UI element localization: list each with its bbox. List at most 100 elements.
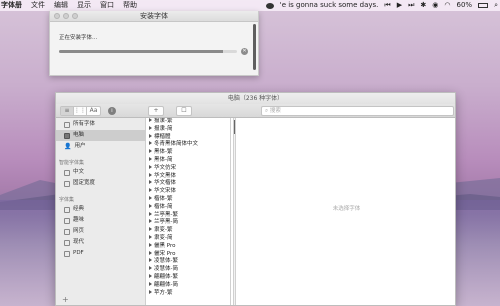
font-family-name: 隶变-简 — [154, 234, 173, 241]
info-icon[interactable]: i — [108, 107, 116, 115]
font-list-item[interactable]: 华文楷体 — [147, 180, 230, 188]
disclosure-triangle-icon[interactable] — [149, 266, 152, 271]
font-list-item[interactable]: 黑体-繁 — [147, 149, 230, 157]
menu-app-name[interactable]: 字体册 — [1, 0, 22, 11]
sidebar-item-pdf[interactable]: PDF — [56, 248, 146, 259]
disclosure-triangle-icon[interactable] — [149, 118, 152, 122]
user-icon: 👤 — [64, 143, 72, 150]
battery-icon[interactable] — [478, 3, 489, 8]
font-list-item[interactable]: 黑体-简 — [147, 156, 230, 165]
add-font-button[interactable]: + — [148, 106, 164, 116]
menu-file[interactable]: 文件 — [31, 0, 45, 11]
disclosure-triangle-icon[interactable] — [149, 172, 152, 177]
prev-track-icon[interactable]: ⏮ — [384, 0, 390, 11]
sidebar-item-chinese[interactable]: 中文 — [56, 167, 146, 178]
now-playing-text[interactable]: 'e is gonna suck some days. — [280, 0, 379, 11]
search-icon[interactable]: ⌕ — [494, 0, 498, 11]
sidebar-item-label: 用户 — [74, 143, 86, 149]
disclosure-triangle-icon[interactable] — [149, 242, 152, 247]
minimize-window-button[interactable] — [63, 13, 69, 19]
zoom-window-button[interactable] — [72, 13, 78, 19]
sidebar-item-classic[interactable]: 经典 — [56, 204, 146, 215]
collections-heading: 字体集 — [59, 197, 75, 203]
wechat-icon[interactable] — [265, 2, 274, 9]
sidebar-item-label: 固定宽度 — [73, 180, 96, 186]
font-list-item[interactable]: 华文仿宋 — [147, 164, 230, 173]
sidebar-item-label: 现代 — [73, 239, 85, 245]
close-window-button[interactable] — [54, 13, 60, 19]
font-family-name: 黑体-繁 — [154, 149, 173, 156]
disclosure-triangle-icon[interactable] — [149, 195, 152, 200]
menu-edit[interactable]: 编辑 — [54, 0, 68, 11]
font-family-name: 儷宋 Pro — [154, 250, 176, 257]
font-list-item[interactable]: 凌慧体-繁 — [147, 258, 230, 266]
cancel-install-icon[interactable]: ✕ — [241, 48, 248, 55]
font-list-item[interactable]: 报隶-简 — [147, 125, 230, 134]
disclosure-triangle-icon[interactable] — [149, 156, 152, 161]
font-book-window: 电脑（236 种字体） ≡ ⋮⋮ Aa i + ☐ ⌕ 搜索 所有字体 电脑 👤… — [55, 92, 456, 306]
font-list-item[interactable]: 苹方-繁 — [147, 289, 230, 298]
font-family-name: 儷黑 Pro — [154, 242, 176, 249]
battery-percent[interactable]: 60% — [457, 0, 473, 11]
main-window-title: 电脑（236 种字体） — [227, 95, 284, 102]
font-list-item[interactable]: 儷黑 Pro — [147, 242, 230, 251]
list-scrollbar[interactable] — [233, 118, 236, 305]
smart-collection-icon — [64, 169, 70, 176]
font-list-item[interactable]: 华文宋体 — [147, 188, 230, 196]
next-track-icon[interactable]: ⏭ — [408, 0, 414, 11]
sidebar-item-user[interactable]: 👤 用户 — [56, 141, 146, 152]
font-list-item[interactable]: 翩翩体-简 — [147, 281, 230, 290]
sample-view-button[interactable]: Aa — [87, 107, 100, 115]
scroll-thumb[interactable] — [234, 120, 235, 134]
search-placeholder: 搜索 — [269, 108, 281, 114]
bluetooth-icon[interactable]: ✱ — [420, 0, 426, 11]
disclosure-triangle-icon[interactable] — [149, 164, 152, 169]
font-list-item[interactable]: 楷体-简 — [147, 203, 230, 212]
font-list-item[interactable]: 楷体-繁 — [147, 195, 230, 204]
disclosure-triangle-icon[interactable] — [149, 219, 152, 224]
disclosure-triangle-icon[interactable] — [149, 273, 152, 278]
font-list-item[interactable]: 报隶-繁 — [147, 118, 230, 126]
disclosure-triangle-icon[interactable] — [149, 125, 152, 130]
sidebar-item-modern[interactable]: 现代 — [56, 237, 146, 248]
menu-window[interactable]: 窗口 — [100, 0, 114, 11]
disclosure-triangle-icon[interactable] — [149, 188, 152, 193]
play-icon[interactable]: ▶ — [397, 0, 402, 11]
smart-collection-icon — [64, 180, 70, 187]
font-list-item[interactable]: 隶变-繁 — [147, 227, 230, 235]
disclosure-triangle-icon[interactable] — [149, 211, 152, 216]
sidebar-item-fun[interactable]: 趣味 — [56, 215, 146, 226]
install-dialog-scrollbar[interactable] — [253, 24, 256, 70]
menu-help[interactable]: 帮助 — [123, 0, 137, 11]
add-collection-button[interactable]: + — [62, 295, 69, 304]
disclosure-triangle-icon[interactable] — [149, 203, 152, 208]
sidebar-item-computer[interactable]: 电脑 — [56, 130, 146, 141]
font-family-name: 报隶-繁 — [154, 118, 173, 124]
disclosure-triangle-icon[interactable] — [149, 250, 152, 255]
wifi-icon[interactable]: ◠ — [444, 0, 450, 11]
font-list-item[interactable]: 隶变-简 — [147, 234, 230, 243]
sidebar-item-fixed-width[interactable]: 固定宽度 — [56, 178, 146, 189]
sidebar-item-label: 所有字体 — [73, 121, 96, 127]
disclosure-triangle-icon[interactable] — [149, 258, 152, 263]
list-view-button[interactable]: ≡ — [61, 107, 74, 115]
disclosure-triangle-icon[interactable] — [149, 281, 152, 286]
search-input[interactable]: ⌕ 搜索 — [261, 106, 454, 116]
font-list-item[interactable]: 凌慧体-简 — [147, 266, 230, 274]
font-family-name: 华文仿宋 — [154, 164, 177, 171]
font-list-item[interactable]: 翩翩体-繁 — [147, 273, 230, 282]
disclosure-triangle-icon[interactable] — [149, 227, 152, 232]
sidebar-item-all-fonts[interactable]: 所有字体 — [56, 119, 146, 130]
disclosure-triangle-icon[interactable] — [149, 133, 152, 138]
menu-view[interactable]: 显示 — [77, 0, 91, 11]
grid-view-button[interactable]: ⋮⋮ — [74, 107, 87, 115]
validate-font-button[interactable]: ☐ — [176, 106, 192, 116]
sidebar-item-web[interactable]: 网页 — [56, 226, 146, 237]
font-list-item[interactable]: 兰亭黑-简 — [147, 219, 230, 227]
disclosure-triangle-icon[interactable] — [149, 141, 152, 146]
control-center-icon[interactable]: ◉ — [432, 0, 438, 11]
disclosure-triangle-icon[interactable] — [149, 289, 152, 294]
disclosure-triangle-icon[interactable] — [149, 149, 152, 154]
disclosure-triangle-icon[interactable] — [149, 234, 152, 239]
disclosure-triangle-icon[interactable] — [149, 180, 152, 185]
